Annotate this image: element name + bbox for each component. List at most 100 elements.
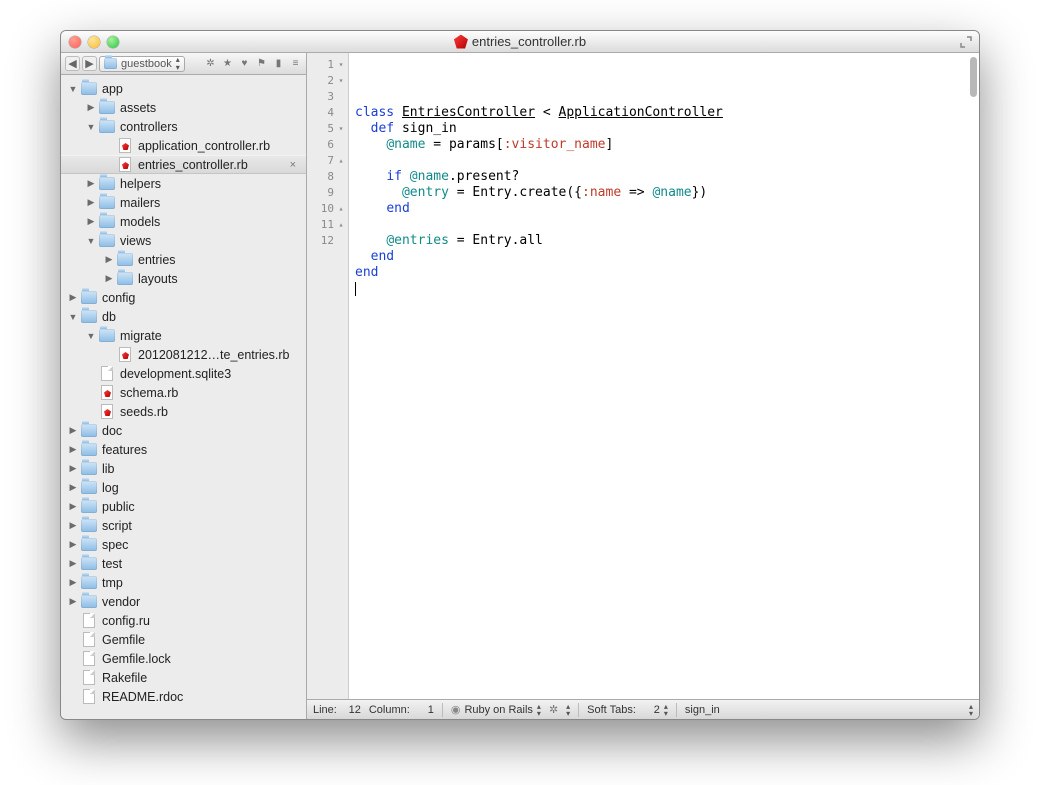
tree-item[interactable]: ▼db xyxy=(61,307,306,326)
tree-item[interactable]: ▶public xyxy=(61,497,306,516)
gutter-line[interactable]: 1▾ xyxy=(307,57,348,73)
disclosure-right-icon[interactable]: ▶ xyxy=(67,292,79,303)
zoom-window-button[interactable] xyxy=(107,36,119,48)
code-line[interactable] xyxy=(355,217,979,233)
tree-item[interactable]: ▶layouts xyxy=(61,269,306,288)
close-tab-icon[interactable]: × xyxy=(290,159,300,171)
gutter-line[interactable]: 11▴ xyxy=(307,217,348,233)
close-window-button[interactable] xyxy=(69,36,81,48)
tree-item[interactable]: ▶script xyxy=(61,516,306,535)
symbol-selector[interactable]: sign_in ▴▾ xyxy=(685,703,973,717)
gear-icon[interactable]: ✲ xyxy=(549,703,558,716)
tree-item[interactable]: ▶vendor xyxy=(61,592,306,611)
tree-item[interactable]: config.ru xyxy=(61,611,306,630)
code-line[interactable]: @entry = Entry.create({:name => @name}) xyxy=(355,185,979,201)
disclosure-right-icon[interactable]: ▶ xyxy=(67,577,79,588)
titlebar[interactable]: entries_controller.rb xyxy=(61,31,979,53)
heart-icon[interactable]: ♥ xyxy=(238,57,251,70)
nav-forward-button[interactable]: ▶ xyxy=(82,56,97,71)
code-line[interactable]: end xyxy=(355,249,979,265)
tree-item[interactable]: ▼controllers xyxy=(61,117,306,136)
disclosure-right-icon[interactable]: ▶ xyxy=(67,520,79,531)
disclosure-right-icon[interactable]: ▶ xyxy=(67,482,79,493)
code-area[interactable]: 1▾2▾345▾67▴8910▴11▴12 class EntriesContr… xyxy=(307,53,979,699)
tree-item[interactable]: ▶lib xyxy=(61,459,306,478)
tree-item[interactable]: ▼migrate xyxy=(61,326,306,345)
tree-item[interactable]: ▼app xyxy=(61,79,306,98)
disclosure-right-icon[interactable]: ▶ xyxy=(67,444,79,455)
gutter-line[interactable]: 12 xyxy=(307,233,348,249)
disclosure-right-icon[interactable]: ▶ xyxy=(85,197,97,208)
scrollbar-thumb[interactable] xyxy=(970,57,977,97)
tree-item[interactable]: seeds.rb xyxy=(61,402,306,421)
disclosure-right-icon[interactable]: ▶ xyxy=(85,178,97,189)
disclosure-right-icon[interactable]: ▶ xyxy=(67,596,79,607)
tree-item[interactable]: application_controller.rb xyxy=(61,136,306,155)
code-line[interactable]: @name = params[:visitor_name] xyxy=(355,137,979,153)
tree-item[interactable]: ▶tmp xyxy=(61,573,306,592)
disclosure-down-icon[interactable]: ▼ xyxy=(67,312,79,322)
tree-item[interactable]: Rakefile xyxy=(61,668,306,687)
flag-icon[interactable]: ⚑ xyxy=(255,57,268,70)
tree-item[interactable]: 2012081212…te_entries.rb xyxy=(61,345,306,364)
star-icon[interactable]: ★ xyxy=(221,57,234,70)
code-line[interactable]: class EntriesController < ApplicationCon… xyxy=(355,105,979,121)
tree-item[interactable]: README.rdoc xyxy=(61,687,306,706)
disclosure-right-icon[interactable]: ▶ xyxy=(67,501,79,512)
code-line[interactable]: def sign_in xyxy=(355,121,979,137)
project-selector[interactable]: guestbook ▴▾ xyxy=(99,56,185,72)
disclosure-right-icon[interactable]: ▶ xyxy=(67,425,79,436)
disclosure-right-icon[interactable]: ▶ xyxy=(85,102,97,113)
disclosure-down-icon[interactable]: ▼ xyxy=(85,236,97,246)
tab-settings[interactable]: Soft Tabs: 2 ▴▾ xyxy=(587,703,668,717)
tree-item[interactable]: ▶spec xyxy=(61,535,306,554)
minimize-window-button[interactable] xyxy=(88,36,100,48)
gutter-line[interactable]: 10▴ xyxy=(307,201,348,217)
code-line[interactable] xyxy=(355,281,979,297)
gutter-line[interactable]: 7▴ xyxy=(307,153,348,169)
disclosure-right-icon[interactable]: ▶ xyxy=(103,273,115,284)
tree-item[interactable]: ▶log xyxy=(61,478,306,497)
file-tree[interactable]: ▼app▶assets▼controllersapplication_contr… xyxy=(61,75,306,719)
tree-item[interactable]: ▶config xyxy=(61,288,306,307)
tree-item[interactable]: entries_controller.rb× xyxy=(61,155,306,174)
tree-item[interactable]: ▶assets xyxy=(61,98,306,117)
disclosure-right-icon[interactable]: ▶ xyxy=(67,558,79,569)
gutter-line[interactable]: 2▾ xyxy=(307,73,348,89)
gear-icon[interactable]: ✲ xyxy=(204,57,217,70)
tree-item[interactable]: Gemfile.lock xyxy=(61,649,306,668)
code-line[interactable] xyxy=(355,153,979,169)
disclosure-down-icon[interactable]: ▼ xyxy=(85,122,97,132)
disclosure-right-icon[interactable]: ▶ xyxy=(85,216,97,227)
code-text[interactable]: class EntriesController < ApplicationCon… xyxy=(349,53,979,699)
fullscreen-button[interactable] xyxy=(959,35,973,49)
code-line[interactable]: if @name.present? xyxy=(355,169,979,185)
tree-item[interactable]: development.sqlite3 xyxy=(61,364,306,383)
gutter-line[interactable]: 6 xyxy=(307,137,348,153)
disclosure-right-icon[interactable]: ▶ xyxy=(67,539,79,550)
fold-close-icon[interactable]: ▴ xyxy=(336,153,346,169)
tree-item[interactable]: Gemfile xyxy=(61,630,306,649)
fold-open-icon[interactable]: ▾ xyxy=(336,121,346,137)
tree-item[interactable]: ▶features xyxy=(61,440,306,459)
disclosure-down-icon[interactable]: ▼ xyxy=(67,84,79,94)
gutter-line[interactable]: 4 xyxy=(307,105,348,121)
tree-item[interactable]: ▶mailers xyxy=(61,193,306,212)
line-gutter[interactable]: 1▾2▾345▾67▴8910▴11▴12 xyxy=(307,53,349,699)
disclosure-right-icon[interactable]: ▶ xyxy=(67,463,79,474)
code-line[interactable]: @entries = Entry.all xyxy=(355,233,979,249)
disclosure-right-icon[interactable]: ▶ xyxy=(103,254,115,265)
tree-item[interactable]: ▶entries xyxy=(61,250,306,269)
code-line[interactable]: end xyxy=(355,201,979,217)
tree-item[interactable]: ▼views xyxy=(61,231,306,250)
gutter-line[interactable]: 9 xyxy=(307,185,348,201)
tag-icon[interactable]: ▮ xyxy=(272,57,285,70)
syntax-selector[interactable]: ◉ Ruby on Rails ▴▾ xyxy=(451,703,541,717)
list-icon[interactable]: ≡ xyxy=(289,57,302,70)
nav-back-button[interactable]: ◀ xyxy=(65,56,80,71)
gutter-line[interactable]: 5▾ xyxy=(307,121,348,137)
tree-item[interactable]: ▶models xyxy=(61,212,306,231)
tree-item[interactable]: ▶doc xyxy=(61,421,306,440)
fold-close-icon[interactable]: ▴ xyxy=(336,217,346,233)
disclosure-down-icon[interactable]: ▼ xyxy=(85,331,97,341)
